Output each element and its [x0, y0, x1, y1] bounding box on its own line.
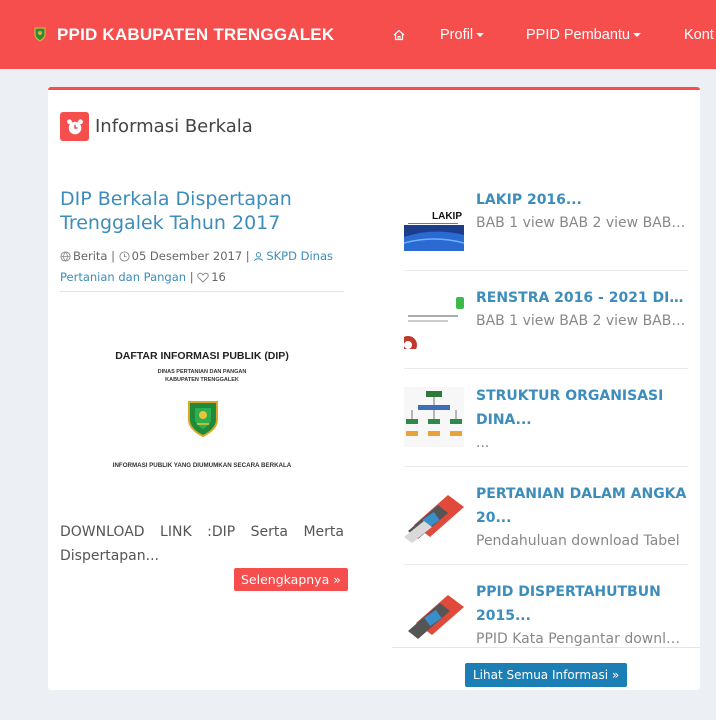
list-item[interactable]: PERTANIAN DALAM ANGKA 20... Pendahuluan …: [404, 467, 688, 565]
user-icon: [254, 252, 264, 262]
renstra-thumbnail[interactable]: [404, 289, 464, 349]
list-item-text: LAKIP 2016... BAB 1 view BAB 2 view BAB …: [476, 188, 688, 234]
featured-date: 05 Desember 2017: [131, 249, 243, 263]
top-navbar: PPID KABUPATEN TRENGGALEK Profil PPID Pe…: [0, 0, 716, 69]
panel-title: Informasi Berkala: [95, 116, 253, 137]
featured-meta: Berita | 05 Desember 2017 | SKPD Dinas P…: [60, 246, 344, 292]
nav-home[interactable]: [393, 0, 405, 69]
nav-profil[interactable]: Profil: [440, 0, 485, 69]
featured-category: Berita: [73, 249, 108, 263]
brand-logo-icon: [34, 27, 46, 42]
globe-icon: [60, 251, 71, 262]
list-item-desc: BAB 1 view BAB 2 view BAB 3 view: [476, 313, 688, 329]
info-list: LAKIP LAKIP 2016... BAB 1 view BAB 2 vie…: [404, 173, 688, 663]
list-item-title[interactable]: STRUKTUR ORGANISASI DINA...: [476, 384, 688, 432]
brand-title: PPID KABUPATEN TRENGGALEK: [57, 24, 335, 44]
regency-crest-icon: [188, 401, 218, 438]
featured-title-link[interactable]: DIP Berkala Dispertapan Trenggalek Tahun…: [60, 187, 344, 235]
list-item-desc: Pendahuluan download Tabel: [476, 533, 680, 549]
dip-line2: KABUPATEN TRENGGALEK: [165, 377, 239, 383]
nav-ppid-pembantu[interactable]: PPID Pembantu: [526, 0, 641, 69]
selengkapnya-button[interactable]: Selengkapnya »: [234, 568, 348, 591]
list-item[interactable]: PPID DISPERTAHUTBUN 2015... PPID Kata Pe…: [404, 565, 688, 663]
featured-excerpt: DOWNLOAD LINK :DIP Serta Merta Dispertap…: [60, 524, 344, 564]
list-footer-divider: [392, 647, 700, 648]
list-item-title[interactable]: PPID DISPERTAHUTBUN 2015...: [476, 580, 688, 628]
list-item-desc: ...: [476, 435, 490, 451]
brand-link[interactable]: PPID KABUPATEN TRENGGALEK: [34, 0, 334, 69]
list-item[interactable]: LAKIP LAKIP 2016... BAB 1 view BAB 2 vie…: [404, 173, 688, 271]
list-item-text: STRUKTUR ORGANISASI DINA... ...: [476, 384, 688, 454]
list-item-text: PPID DISPERTAHUTBUN 2015... PPID Kata Pe…: [476, 580, 688, 650]
list-item-text: PERTANIAN DALAM ANGKA 20... Pendahuluan …: [476, 482, 688, 552]
lakip-thumb-text: LAKIP: [432, 211, 462, 222]
nav-kontak-label: Kont: [684, 26, 714, 43]
dip-line1: DINAS PERTANIAN DAN PANGAN: [157, 369, 247, 375]
list-item-title[interactable]: PERTANIAN DALAM ANGKA 20...: [476, 482, 688, 530]
featured-article: DIP Berkala Dispertapan Trenggalek Tahun…: [60, 187, 344, 568]
nav-ppid-pembantu-label: PPID Pembantu: [526, 26, 630, 43]
list-item-title[interactable]: LAKIP 2016...: [476, 188, 688, 212]
list-item[interactable]: STRUKTUR ORGANISASI DINA... ...: [404, 369, 688, 467]
list-item-text: RENSTRA 2016 - 2021 DISP... BAB 1 view B…: [476, 286, 688, 332]
nav-kontak[interactable]: Kont: [684, 0, 714, 69]
featured-image[interactable]: DAFTAR INFORMASI PUBLIK (DIP) DINAS PERT…: [60, 296, 344, 516]
dip-heading: DAFTAR INFORMASI PUBLIK (DIP): [115, 350, 289, 362]
struktur-thumbnail[interactable]: [404, 387, 464, 447]
list-item-desc: BAB 1 view BAB 2 view BAB 3 view: [476, 215, 688, 231]
clock-icon: [119, 251, 130, 262]
informasi-berkala-panel: Informasi Berkala DIP Berkala Dispertapa…: [48, 87, 700, 690]
caret-down-icon: [632, 32, 641, 37]
see-all-button[interactable]: Lihat Semua Informasi »: [465, 663, 628, 687]
lakip-thumbnail[interactable]: LAKIP: [404, 191, 464, 251]
featured-likes: 16: [211, 270, 226, 284]
alarm-clock-icon: [60, 112, 89, 141]
ppid-thumbnail[interactable]: [404, 583, 464, 643]
home-icon: [393, 29, 405, 40]
nav-profil-label: Profil: [440, 26, 474, 43]
dip-footer: INFORMASI PUBLIK YANG DIUMUMKAN SECARA B…: [112, 462, 292, 469]
list-item-title[interactable]: RENSTRA 2016 - 2021 DISP...: [476, 286, 688, 310]
list-item[interactable]: RENSTRA 2016 - 2021 DISP... BAB 1 view B…: [404, 271, 688, 369]
pertanian-thumbnail[interactable]: [404, 485, 464, 545]
panel-header: Informasi Berkala: [60, 112, 253, 141]
caret-down-icon: [476, 32, 485, 37]
heart-icon: [197, 272, 209, 283]
